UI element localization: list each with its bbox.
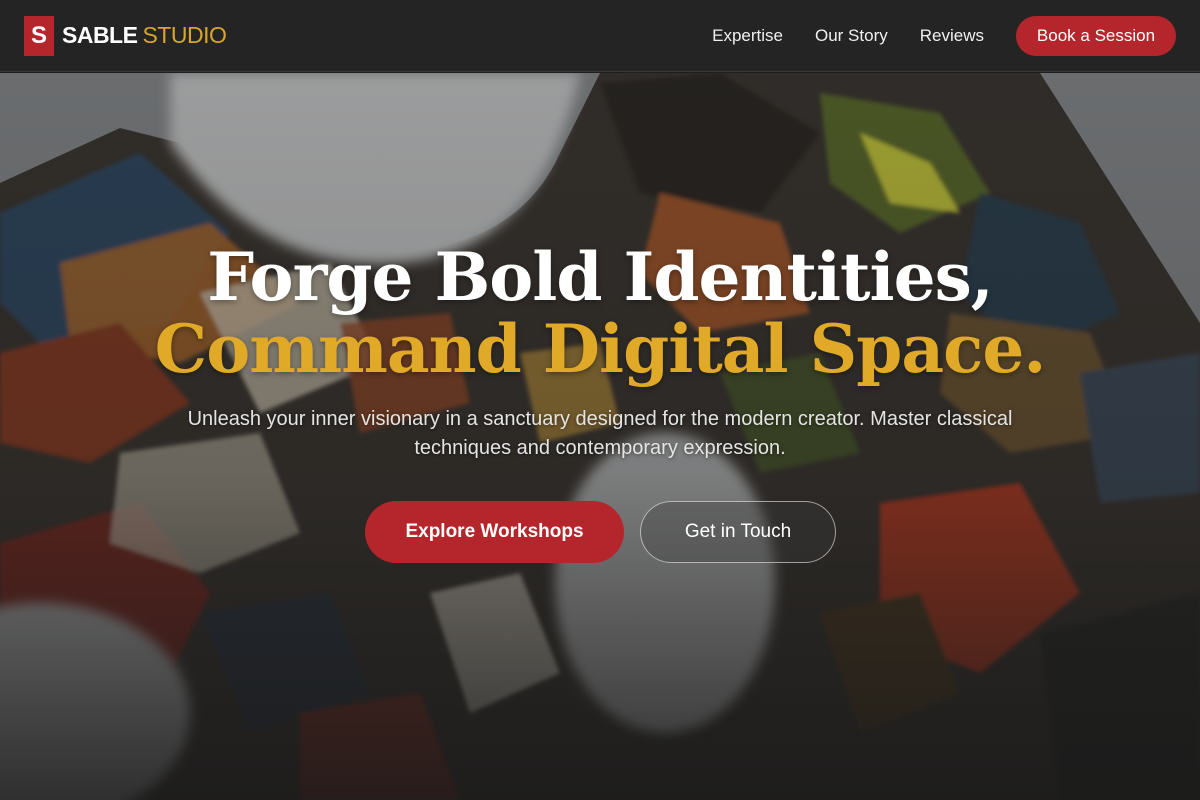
hero-subtitle: Unleash your inner visionary in a sanctu… bbox=[187, 408, 1013, 459]
book-session-button[interactable]: Book a Session bbox=[1016, 15, 1176, 56]
nav-link-our-story[interactable]: Our Story bbox=[815, 26, 888, 46]
nav-link-expertise[interactable]: Expertise bbox=[712, 26, 783, 46]
explore-workshops-button[interactable]: Explore Workshops bbox=[365, 501, 624, 563]
main-nav: Expertise Our Story Reviews Book a Sessi… bbox=[680, 15, 1176, 56]
brand-name-primary: SABLE bbox=[62, 22, 138, 48]
hero-headline-line1: Forge Bold Identities, bbox=[207, 238, 993, 316]
nav-link-reviews[interactable]: Reviews bbox=[920, 26, 984, 46]
site-header: S SABLE STUDIO Expertise Our Story Revie… bbox=[0, 0, 1200, 72]
get-in-touch-button[interactable]: Get in Touch bbox=[640, 501, 836, 563]
logo-mark: S bbox=[24, 15, 54, 56]
brand-logo[interactable]: S SABLE STUDIO bbox=[24, 15, 227, 56]
brand-name-secondary: STUDIO bbox=[142, 22, 227, 48]
hero-headline-line2: Command Digital Space. bbox=[154, 310, 1047, 388]
hero-content: Forge Bold Identities, Command Digital S… bbox=[0, 73, 1200, 800]
hero-section: Forge Bold Identities, Command Digital S… bbox=[0, 73, 1200, 800]
